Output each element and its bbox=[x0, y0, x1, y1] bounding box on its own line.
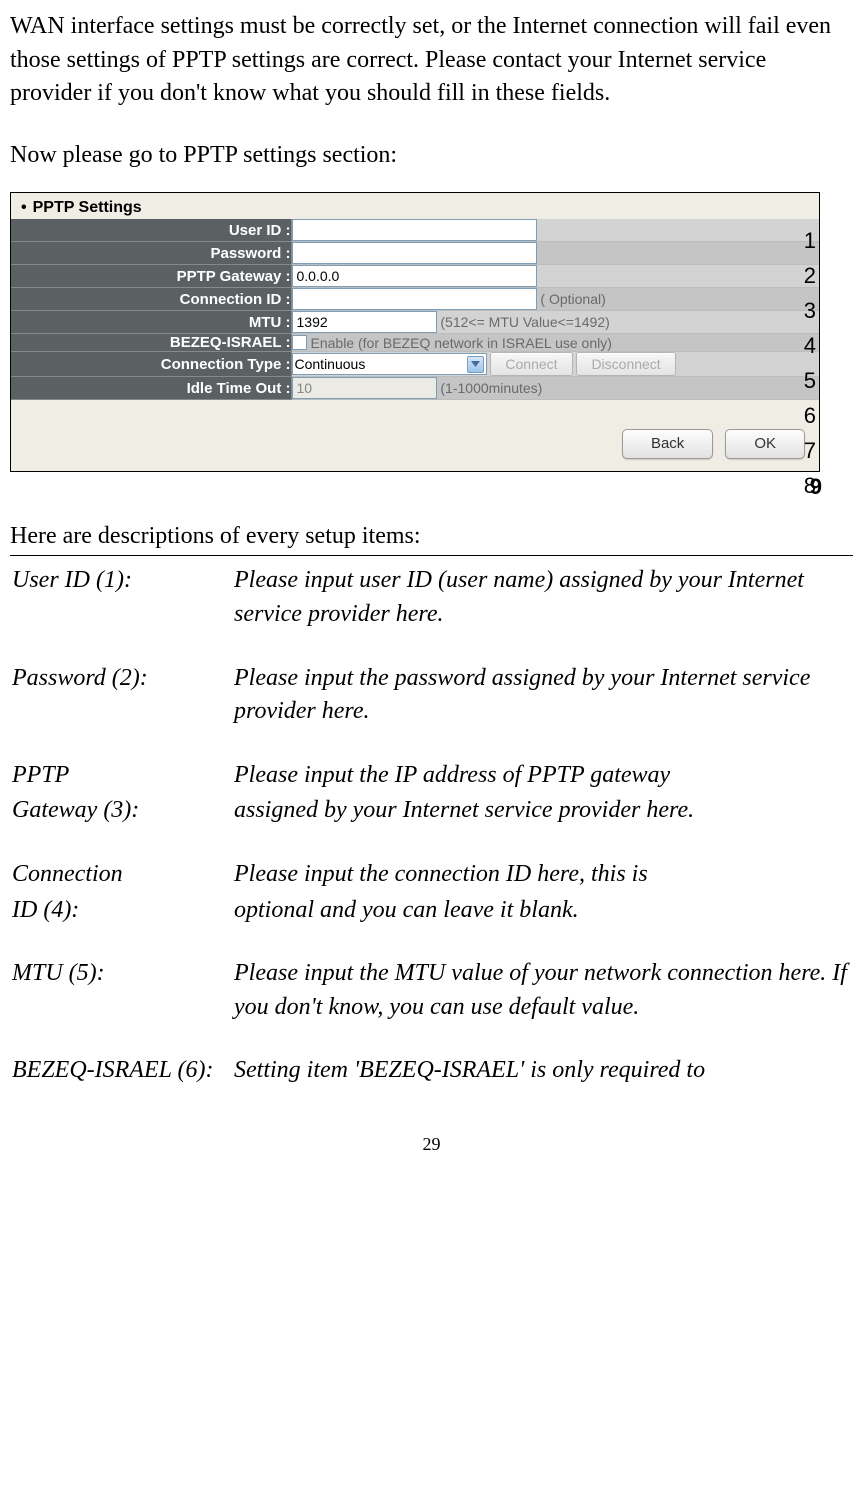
panel-title: PPTP Settings bbox=[33, 199, 142, 216]
bezeq-hint: Enable (for BEZEQ network in ISRAEL use … bbox=[311, 335, 612, 351]
callout-6: 6 bbox=[804, 403, 816, 429]
back-button[interactable]: Back bbox=[622, 429, 713, 459]
desc-text-gateway-2: assigned by your Internet service provid… bbox=[234, 794, 851, 856]
desc-label-connid-1: Connection bbox=[12, 858, 232, 892]
panel-header: • PPTP Settings bbox=[11, 193, 819, 219]
pptp-settings-panel: • PPTP Settings User ID : Password : PPTP… bbox=[10, 192, 820, 472]
callout-7: 7 bbox=[804, 438, 816, 464]
page-number: 29 bbox=[10, 1134, 853, 1155]
user-id-input[interactable] bbox=[292, 219, 537, 241]
descriptions-lead: Here are descriptions of every setup ite… bbox=[10, 520, 853, 554]
bullet-icon: • bbox=[21, 199, 27, 216]
callout-1: 1 bbox=[804, 228, 816, 254]
mtu-input[interactable] bbox=[292, 311, 437, 333]
connect-button[interactable]: Connect bbox=[490, 352, 572, 376]
idle-timeout-input[interactable] bbox=[292, 377, 437, 399]
button-bar: Back OK bbox=[11, 400, 819, 471]
callout-3: 3 bbox=[804, 298, 816, 324]
connection-id-hint: ( Optional) bbox=[540, 291, 605, 307]
callout-9: 9 bbox=[810, 474, 822, 500]
desc-text-userid: Please input user ID (user name) assigne… bbox=[234, 564, 851, 659]
bezeq-checkbox[interactable] bbox=[292, 335, 307, 350]
desc-label-userid: User ID (1): bbox=[12, 564, 232, 659]
screenshot-wrapper: • PPTP Settings User ID : Password : PPTP… bbox=[10, 192, 820, 472]
callout-4: 4 bbox=[804, 333, 816, 359]
desc-label-gateway-2: Gateway (3): bbox=[12, 794, 232, 856]
config-table: User ID : Password : PPTP Gateway : Conn… bbox=[11, 219, 819, 400]
desc-label-bezeq: BEZEQ-ISRAEL (6): bbox=[12, 1054, 232, 1088]
desc-text-connid-2: optional and you can leave it blank. bbox=[234, 894, 851, 956]
desc-text-gateway-1: Please input the IP address of PPTP gate… bbox=[234, 759, 851, 793]
gateway-input[interactable] bbox=[292, 265, 537, 287]
label-connection-type: Connection Type : bbox=[11, 352, 291, 377]
callout-5: 5 bbox=[804, 368, 816, 394]
desc-text-bezeq: Setting item 'BEZEQ-ISRAEL' is only requ… bbox=[234, 1054, 851, 1088]
label-mtu: MTU : bbox=[11, 311, 291, 334]
intro-paragraph: WAN interface settings must be correctly… bbox=[10, 10, 853, 111]
label-password: Password : bbox=[11, 242, 291, 265]
mtu-hint: (512<= MTU Value<=1492) bbox=[440, 314, 609, 330]
connection-type-select[interactable]: Continuous bbox=[292, 353, 487, 375]
disconnect-button[interactable]: Disconnect bbox=[576, 352, 675, 376]
desc-text-connid-1: Please input the connection ID here, thi… bbox=[234, 858, 851, 892]
desc-label-gateway-1: PPTP bbox=[12, 759, 232, 793]
connection-type-selected: Continuous bbox=[295, 356, 366, 372]
desc-text-mtu: Please input the MTU value of your netwo… bbox=[234, 957, 851, 1052]
label-gateway: PPTP Gateway : bbox=[11, 265, 291, 288]
descriptions-table: User ID (1): Please input user ID (user … bbox=[10, 562, 853, 1090]
idle-hint: (1-1000minutes) bbox=[440, 380, 542, 396]
desc-label-password: Password (2): bbox=[12, 662, 232, 757]
section-lead: Now please go to PPTP settings section: bbox=[10, 139, 853, 173]
label-connection-id: Connection ID : bbox=[11, 288, 291, 311]
divider bbox=[10, 555, 853, 556]
password-input[interactable] bbox=[292, 242, 537, 264]
callout-2: 2 bbox=[804, 263, 816, 289]
label-bezeq: BEZEQ-ISRAEL : bbox=[11, 334, 291, 352]
desc-text-password: Please input the password assigned by yo… bbox=[234, 662, 851, 757]
ok-button[interactable]: OK bbox=[725, 429, 805, 459]
desc-label-connid-2: ID (4): bbox=[12, 894, 232, 956]
label-user-id: User ID : bbox=[11, 219, 291, 242]
connection-id-input[interactable] bbox=[292, 288, 537, 310]
desc-label-mtu: MTU (5): bbox=[12, 957, 232, 1052]
label-idle-timeout: Idle Time Out : bbox=[11, 377, 291, 400]
chevron-down-icon bbox=[467, 356, 484, 373]
